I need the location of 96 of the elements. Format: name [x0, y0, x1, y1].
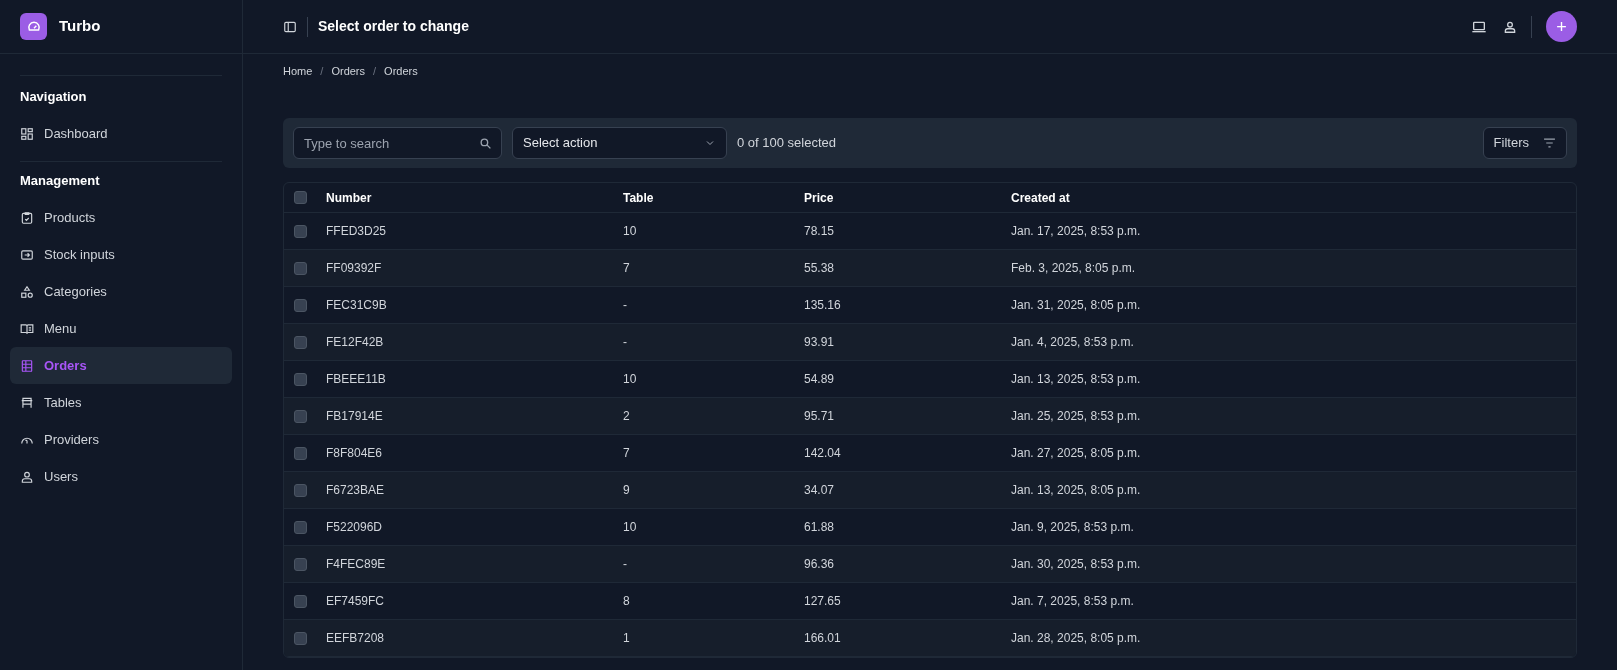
table-cell-text: FFED3D25	[326, 223, 388, 240]
table-cell-text: 7	[623, 260, 631, 277]
checkbox[interactable]	[294, 446, 307, 460]
checkbox[interactable]	[294, 631, 307, 645]
breadcrumb-link[interactable]: Orders	[384, 62, 418, 80]
breadcrumb-separator: /	[373, 63, 377, 79]
table-cell-text: Jan. 27, 2025, 8:05 p.m.	[1011, 445, 1142, 462]
tables-icon	[20, 395, 34, 410]
checkbox[interactable]	[294, 191, 307, 204]
table-cell-text: Jan. 17, 2025, 8:53 p.m.	[1011, 223, 1142, 240]
breadcrumb-separator: /	[320, 63, 324, 79]
table-cell-text: 55.38	[804, 260, 836, 277]
selection-count: 0 of 100 selected	[737, 134, 837, 153]
table-cell-text: Jan. 13, 2025, 8:05 p.m.	[1011, 482, 1142, 499]
table-cell-text: FB17914E	[326, 408, 384, 425]
table-cell-text: -	[623, 334, 628, 351]
column-header: Created at	[1011, 189, 1071, 207]
sidebar-item[interactable]: Dashboard	[10, 115, 232, 152]
table-cell-text: Jan. 9, 2025, 8:53 p.m.	[1011, 519, 1135, 536]
sidebar-item[interactable]: Categories	[10, 273, 232, 310]
checkbox[interactable]	[294, 557, 307, 571]
filters-button[interactable]: Filters	[1482, 127, 1567, 159]
table-cell-text: 34.07	[804, 482, 836, 499]
section-title: Navigation	[19, 88, 88, 107]
action-dropdown[interactable]: Select action	[512, 127, 727, 159]
search-field[interactable]: Type to search	[293, 127, 502, 159]
table-cell-text: FEC31C9B	[326, 297, 388, 314]
checkbox[interactable]	[294, 335, 307, 349]
checkbox[interactable]	[294, 594, 307, 608]
page-title: Select order to change	[318, 17, 469, 36]
user-icon[interactable]	[1503, 19, 1517, 34]
table-cell-text: 10	[623, 371, 638, 388]
column-header: Price	[804, 189, 835, 207]
logo-icon	[20, 13, 47, 40]
sidebar-toggle-icon[interactable]	[283, 19, 297, 34]
table-cell-text: F4FEC89E	[326, 556, 387, 573]
add-button[interactable]: +	[1546, 11, 1577, 42]
breadcrumb-link[interactable]: Home	[283, 62, 313, 80]
table-cell-text: FF09392F	[326, 260, 383, 277]
table-cell-text: F6723BAE	[326, 482, 386, 499]
table-cell-text: 54.89	[804, 371, 836, 388]
table-cell-text: Jan. 31, 2025, 8:05 p.m.	[1011, 297, 1142, 314]
checkbox[interactable]	[294, 409, 307, 423]
table-cell-text: 93.91	[804, 334, 836, 351]
table-cell-text: Jan. 25, 2025, 8:53 p.m.	[1011, 408, 1142, 425]
sidebar-item[interactable]: Users	[10, 458, 232, 495]
checkbox[interactable]	[294, 372, 307, 386]
table-cell-text: 142.04	[804, 445, 842, 462]
table-cell-text: EF7459FC	[326, 593, 386, 610]
table-cell-text: 61.88	[804, 519, 836, 536]
dashboard-icon	[20, 126, 34, 141]
users-icon	[20, 469, 34, 484]
sidebar-item[interactable]: Products	[10, 199, 232, 236]
table-cell-text: Jan. 7, 2025, 8:53 p.m.	[1011, 593, 1135, 610]
table-cell-text: 9	[623, 482, 631, 499]
sidebar-item[interactable]: Orders	[10, 347, 232, 384]
table-cell-text: FE12F42B	[326, 334, 385, 351]
sidebar-item[interactable]: Tables	[10, 384, 232, 421]
table-cell-text: 2	[623, 408, 631, 425]
table-cell-text: -	[623, 556, 628, 573]
table-cell-text: 78.15	[804, 223, 836, 240]
table-cell-text: F8F804E6	[326, 445, 384, 462]
table-cell-text: 135.16	[804, 297, 842, 314]
table-cell-text: 10	[623, 223, 638, 240]
sidebar-item[interactable]: Providers	[10, 421, 232, 458]
table-cell-text: FBEEE11B	[326, 371, 387, 388]
checkbox[interactable]	[294, 483, 307, 497]
checkbox[interactable]	[294, 520, 307, 534]
app-name: Turbo	[59, 16, 101, 37]
column-header: Number	[326, 189, 373, 207]
table-cell-text: 127.65	[804, 593, 842, 610]
sidebar-item[interactable]: Menu	[10, 310, 232, 347]
checkbox[interactable]	[294, 224, 307, 238]
table-cell-text: F522096D	[326, 519, 384, 536]
table-cell-text: EEFB7208	[326, 630, 386, 647]
checkbox[interactable]	[294, 298, 307, 312]
table-cell-text: Feb. 3, 2025, 8:05 p.m.	[1011, 260, 1137, 277]
checkbox[interactable]	[294, 261, 307, 275]
table-cell-text: 95.71	[804, 408, 836, 425]
breadcrumb-link[interactable]: Orders	[331, 62, 366, 80]
table-cell-text: 8	[623, 593, 631, 610]
filter-icon	[1543, 137, 1556, 149]
table-cell-text: 7	[623, 445, 631, 462]
table-cell-text: 1	[623, 630, 631, 647]
table-cell-text: Jan. 30, 2025, 8:53 p.m.	[1011, 556, 1142, 573]
table-cell-text: -	[623, 297, 628, 314]
search-icon	[479, 137, 492, 150]
table-cell-text: 166.01	[804, 630, 842, 647]
table-cell-text: Jan. 13, 2025, 8:53 p.m.	[1011, 371, 1142, 388]
table-cell-text: Jan. 4, 2025, 8:53 p.m.	[1011, 334, 1135, 351]
sidebar-item[interactable]: Stock inputs	[10, 236, 232, 273]
column-header: Table	[623, 189, 655, 207]
section-title: Management	[19, 172, 101, 191]
table-cell-text: Jan. 28, 2025, 8:05 p.m.	[1011, 630, 1142, 647]
table-cell-text: 96.36	[804, 556, 836, 573]
table-cell-text: 10	[623, 519, 638, 536]
